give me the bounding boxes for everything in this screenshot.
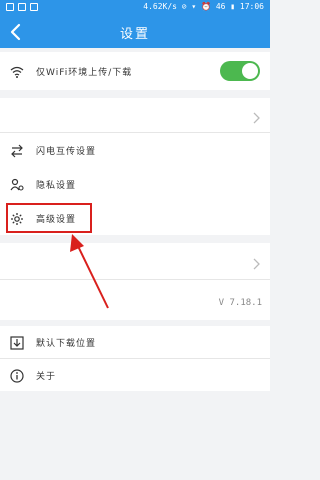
toggle-knob (242, 63, 258, 79)
page-title: 设置 (119, 27, 150, 42)
download-location-label: 默认下载位置 (36, 339, 97, 349)
transfer-settings-label: 闪电互传设置 (36, 147, 97, 157)
transfer-icon (10, 143, 24, 158)
highlight-box (6, 203, 92, 233)
privacy-icon (10, 177, 24, 191)
transfer-settings-row[interactable]: 闪电互传设置 (0, 133, 270, 167)
notification-icon (6, 3, 14, 11)
list-item[interactable] (0, 98, 270, 132)
status-info: 4.62K/s ⊘ ▾ ⏰ 46 ▮ 17:06 (143, 2, 264, 11)
wifi-icon (10, 64, 24, 78)
chevron-right-icon (252, 109, 260, 124)
app-icon (30, 3, 38, 11)
wifi-only-label: 仅WiFi环境上传/下载 (36, 68, 133, 78)
wifi-only-row[interactable]: 仅WiFi环境上传/下载 (0, 52, 270, 90)
chevron-right-icon (252, 255, 260, 270)
version-text: V 7.18.1 (218, 298, 262, 308)
download-icon (10, 335, 24, 350)
download-location-row[interactable]: 默认下载位置 (0, 326, 270, 358)
privacy-settings-row[interactable]: 隐私设置 (0, 167, 270, 201)
list-item[interactable] (0, 243, 270, 279)
privacy-settings-label: 隐私设置 (36, 181, 77, 191)
about-label: 关于 (36, 372, 57, 382)
notification-icons (6, 3, 38, 11)
info-icon (10, 368, 24, 383)
image-icon (18, 3, 26, 11)
title-bar: 设置 (0, 16, 270, 48)
wifi-only-toggle[interactable] (220, 61, 260, 81)
status-bar: 4.62K/s ⊘ ▾ ⏰ 46 ▮ 17:06 (0, 0, 270, 16)
annotation-arrow (70, 234, 109, 309)
about-row[interactable]: 关于 (0, 359, 270, 391)
